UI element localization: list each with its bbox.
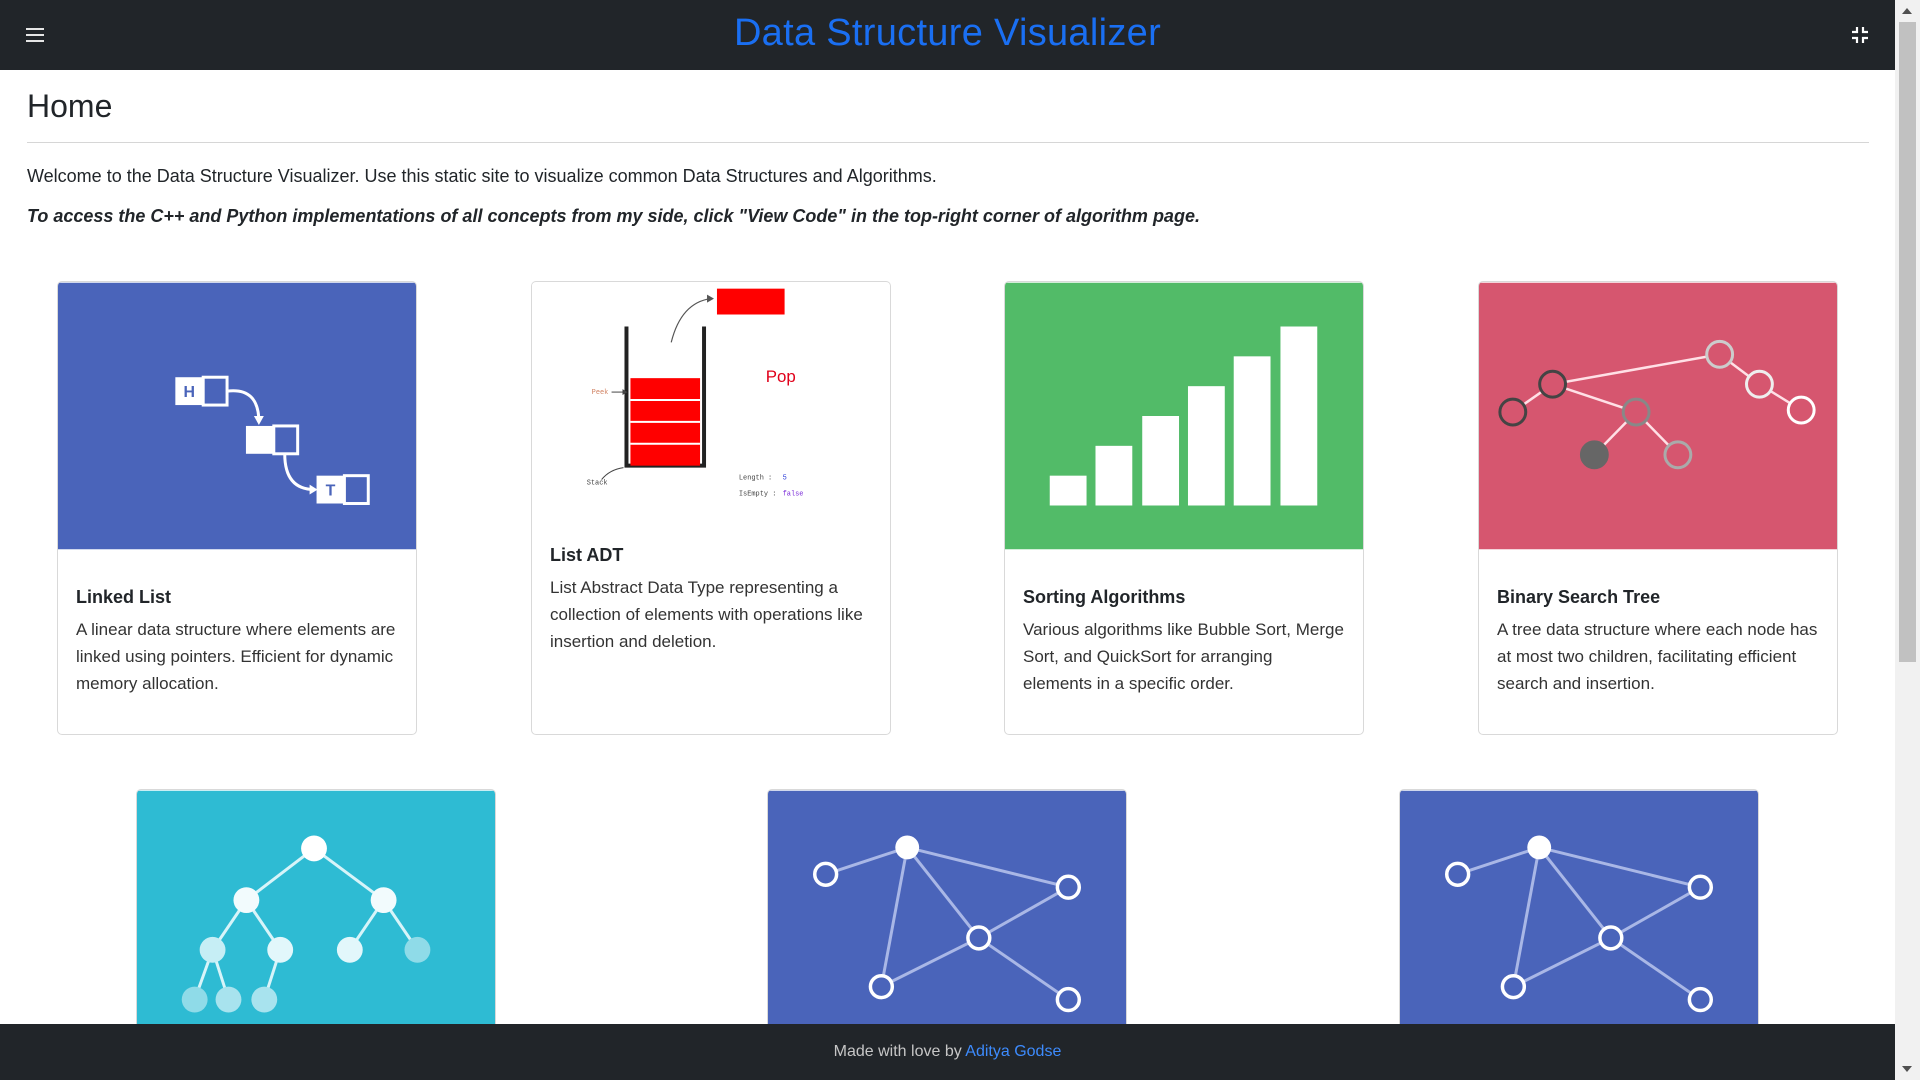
graph-illustration	[768, 790, 1126, 1058]
linked-list-image: H T	[58, 282, 416, 550]
length-label: Length :	[739, 475, 772, 483]
scrollbar-thumb[interactable]	[1899, 22, 1916, 662]
isempty-label: IsEmpty :	[739, 490, 777, 498]
card-title[interactable]: Sorting Algorithms	[1023, 584, 1345, 610]
head-label: H	[184, 384, 196, 401]
pop-label: Pop	[766, 367, 796, 386]
length-value: 5	[783, 475, 787, 483]
card-description: A tree data structure where each node ha…	[1497, 620, 1818, 693]
fullscreen-toggle-button[interactable]	[1847, 22, 1873, 48]
footer-text: Made with love by	[833, 1043, 966, 1060]
card-linked-list[interactable]: H T Linked List A linear data structure …	[57, 281, 417, 735]
intro-text: Welcome to the Data Structure Visualizer…	[27, 166, 937, 186]
bst-image	[1479, 282, 1837, 550]
card-title[interactable]: List ADT	[550, 542, 872, 568]
site-title[interactable]: Data Structure Visualizer	[0, 10, 1895, 56]
view-code-note: To access the C++ and Python implementat…	[27, 206, 1200, 226]
tree-image	[137, 790, 495, 1058]
tail-label: T	[326, 483, 336, 500]
scroll-up-arrow-icon[interactable]	[1902, 8, 1912, 14]
card-title[interactable]: Linked List	[76, 584, 398, 610]
page-title: Home	[27, 88, 113, 124]
isempty-value: false	[783, 490, 804, 498]
graph-image	[1400, 790, 1758, 1058]
title-divider	[27, 142, 1869, 143]
peek-label: Peek	[592, 389, 609, 397]
main-content: Home Welcome to the Data Structure Visua…	[27, 70, 1869, 229]
page-footer: Made with love by Aditya Godse	[0, 1024, 1895, 1080]
linked-list-illustration: H T	[58, 282, 416, 550]
bar-chart-illustration	[1005, 282, 1363, 550]
sorting-image	[1005, 282, 1363, 550]
bst-illustration	[1479, 282, 1837, 550]
stack-label: Stack	[587, 480, 608, 488]
graph-illustration	[1400, 790, 1758, 1058]
card-title[interactable]: Binary Search Tree	[1497, 584, 1819, 610]
scroll-down-arrow-icon[interactable]	[1902, 1066, 1912, 1072]
image-bg	[58, 282, 416, 550]
list-adt-image: Pop Peek Stack Length : 5 IsEmpty : fals…	[532, 282, 890, 528]
compress-icon	[1852, 27, 1868, 43]
card-description: Various algorithms like Bubble Sort, Mer…	[1023, 620, 1344, 693]
card-description: List Abstract Data Type representing a c…	[550, 578, 863, 651]
stack-illustration: Pop Peek Stack Length : 5 IsEmpty : fals…	[532, 282, 890, 528]
vertical-scrollbar[interactable]	[1895, 0, 1920, 1080]
top-navbar: Data Structure Visualizer	[0, 0, 1895, 70]
card-list-adt[interactable]: Pop Peek Stack Length : 5 IsEmpty : fals…	[531, 281, 891, 735]
card-description: A linear data structure where elements a…	[76, 620, 396, 693]
graph-image	[768, 790, 1126, 1058]
card-binary-search-tree[interactable]: Binary Search Tree A tree data structure…	[1478, 281, 1838, 735]
tree-illustration	[137, 790, 495, 1058]
card-sorting-algorithms[interactable]: Sorting Algorithms Various algorithms li…	[1004, 281, 1364, 735]
author-link[interactable]: Aditya Godse	[965, 1043, 1061, 1060]
